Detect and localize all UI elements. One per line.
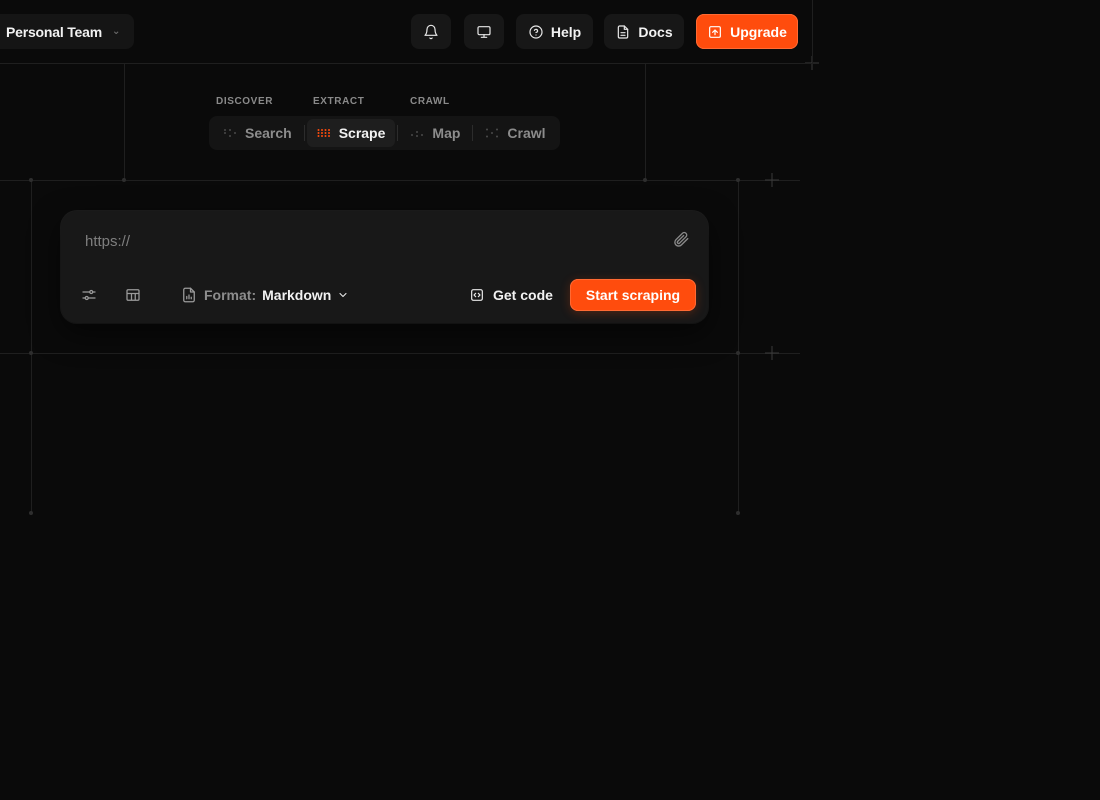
- upgrade-label: Upgrade: [730, 23, 787, 40]
- tab-label: Map: [432, 125, 461, 141]
- grid-line: [0, 353, 800, 354]
- tab-label: Crawl: [507, 125, 546, 141]
- app-root: Personal Team ⌄ Help Docs Upgrade DISCOV…: [0, 0, 1100, 800]
- team-switcher[interactable]: Personal Team ⌄: [0, 14, 134, 49]
- grid-node: [643, 178, 647, 182]
- scrape-card: Format: Markdown Get code Start scraping: [61, 211, 708, 323]
- group-label-extract: EXTRACT: [313, 96, 365, 107]
- help-button[interactable]: Help: [516, 14, 593, 49]
- tab-search[interactable]: Search: [213, 119, 302, 147]
- tab-divider: [397, 125, 399, 141]
- url-input[interactable]: [83, 229, 657, 253]
- display-button[interactable]: [464, 14, 504, 49]
- dotted-grid-icon: [317, 129, 330, 137]
- sparkle-mark: [765, 173, 779, 187]
- grid-line: [738, 180, 739, 513]
- format-select[interactable]: Format: Markdown: [180, 285, 349, 305]
- format-value: Markdown: [262, 287, 332, 303]
- dotted-grid-icon: [411, 131, 424, 137]
- file-chart-icon: [183, 287, 195, 303]
- sparkle-mark: [765, 346, 779, 360]
- top-bar: Personal Team ⌄ Help Docs Upgrade: [0, 0, 813, 64]
- docs-label: Docs: [638, 23, 673, 40]
- group-label-crawl: CRAWL: [410, 96, 450, 107]
- tab-label: Scrape: [338, 125, 386, 141]
- help-circle-icon: [529, 24, 543, 39]
- grid-line: [0, 180, 800, 181]
- table-icon: [126, 289, 140, 301]
- team-name: Personal Team: [6, 23, 102, 40]
- upload-square-icon: [709, 25, 722, 38]
- grid-node: [29, 511, 33, 515]
- grid-node: [29, 178, 33, 182]
- grid-node: [29, 351, 33, 355]
- tab-divider: [472, 125, 474, 141]
- tab-map[interactable]: Map: [400, 119, 470, 147]
- grid-node: [736, 351, 740, 355]
- mode-tabs: Search Scrape Map Crawl: [209, 116, 560, 150]
- grid-node: [122, 178, 126, 182]
- code-square-icon: [471, 289, 483, 301]
- tab-crawl[interactable]: Crawl: [475, 119, 555, 147]
- tab-scrape[interactable]: Scrape: [306, 119, 396, 147]
- grid-line: [124, 64, 125, 180]
- monitor-icon: [477, 25, 491, 38]
- grid-node: [736, 511, 740, 515]
- dotted-grid-icon: [486, 128, 499, 138]
- chevron-down-icon: [339, 292, 347, 298]
- get-code-button[interactable]: Get code: [469, 285, 553, 305]
- bell-icon: [424, 24, 438, 39]
- sliders-icon: [82, 289, 96, 301]
- paperclip-icon[interactable]: [672, 230, 690, 248]
- options-button[interactable]: [80, 285, 98, 305]
- grid-line: [645, 64, 646, 180]
- docs-button[interactable]: Docs: [604, 14, 684, 49]
- start-scraping-button[interactable]: Start scraping: [570, 279, 696, 311]
- document-icon: [618, 24, 629, 39]
- table-view-button[interactable]: [124, 285, 142, 305]
- chevron-down-icon: ⌄: [111, 26, 121, 37]
- group-label-discover: DISCOVER: [216, 96, 274, 107]
- help-label: Help: [550, 23, 582, 40]
- upgrade-button[interactable]: Upgrade: [696, 14, 798, 49]
- tab-label: Search: [245, 125, 292, 141]
- tab-divider: [303, 125, 305, 141]
- notifications-button[interactable]: [411, 14, 451, 49]
- get-code-label: Get code: [493, 287, 553, 303]
- format-label: Format:: [204, 287, 257, 303]
- dotted-grid-icon: [224, 129, 236, 137]
- grid-node: [736, 178, 740, 182]
- grid-line: [31, 180, 32, 513]
